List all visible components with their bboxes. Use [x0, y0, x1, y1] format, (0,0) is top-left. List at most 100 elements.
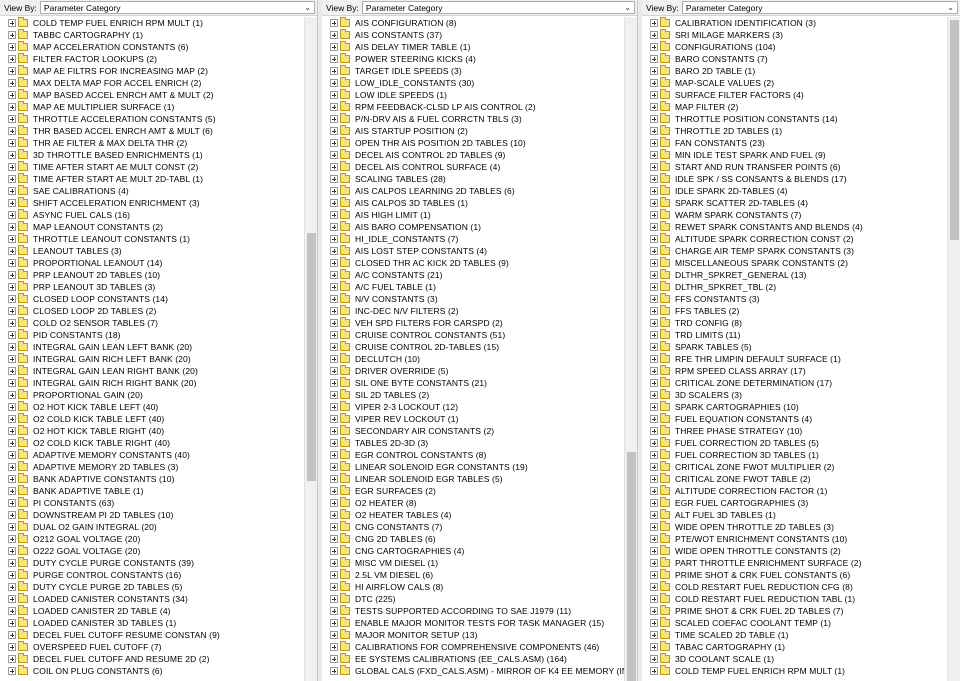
expand-icon[interactable] — [650, 583, 658, 591]
tree-item[interactable]: DECEL AIS CONTROL 2D TABLES (9) — [322, 149, 637, 161]
tree-item[interactable]: RFE THR LIMPIN DEFAULT SURFACE (1) — [642, 353, 863, 365]
expand-icon[interactable] — [650, 547, 658, 555]
expand-icon[interactable] — [650, 175, 658, 183]
tree-item[interactable]: DECEL AIS CONTROL SURFACE (4) — [322, 161, 637, 173]
tree-item[interactable]: SCALED COEFAC COOLANT TEMP (1) — [642, 617, 863, 629]
expand-icon[interactable] — [8, 571, 16, 579]
expand-icon[interactable] — [8, 523, 16, 531]
scrollbar-thumb[interactable] — [950, 20, 959, 240]
expand-icon[interactable] — [330, 307, 338, 315]
expand-icon[interactable] — [330, 415, 338, 423]
expand-icon[interactable] — [330, 619, 338, 627]
tree-item[interactable]: INTEGRAL GAIN LEAN RIGHT BANK (20) — [0, 365, 220, 377]
tree-item[interactable]: TIME AFTER START AE MULT CONST (2) — [0, 161, 220, 173]
tree-item[interactable]: MAX DELTA MAP FOR ACCEL ENRICH (2) — [0, 77, 220, 89]
expand-icon[interactable] — [8, 415, 16, 423]
tree-item[interactable]: O2 HOT KICK TABLE RIGHT (40) — [0, 425, 220, 437]
expand-icon[interactable] — [330, 439, 338, 447]
expand-icon[interactable] — [650, 571, 658, 579]
expand-icon[interactable] — [8, 139, 16, 147]
tree-item[interactable]: DECEL FUEL CUTOFF RESUME CONSTAN (9) — [0, 629, 220, 641]
expand-icon[interactable] — [650, 607, 658, 615]
tree-item[interactable]: OVERSPEED FUEL CUTOFF (7) — [0, 641, 220, 653]
tree-item[interactable]: AIS HIGH LIMIT (1) — [322, 209, 637, 221]
expand-icon[interactable] — [8, 319, 16, 327]
expand-icon[interactable] — [8, 499, 16, 507]
tree-item[interactable]: BANK ADAPTIVE CONSTANTS (10) — [0, 473, 220, 485]
expand-icon[interactable] — [8, 307, 16, 315]
tree-item[interactable]: PURGE CONTROL CONSTANTS (16) — [0, 569, 220, 581]
expand-icon[interactable] — [8, 127, 16, 135]
tree-item[interactable]: PROPORTIONAL LEANOUT (14) — [0, 257, 220, 269]
tree-item[interactable]: ENABLE MAJOR MONITOR TESTS FOR TASK MANA… — [322, 617, 637, 629]
tree-item[interactable]: TARGET IDLE SPEEDS (3) — [322, 65, 637, 77]
expand-icon[interactable] — [650, 103, 658, 111]
tree-item[interactable]: PRP LEANOUT 3D TABLES (3) — [0, 281, 220, 293]
expand-icon[interactable] — [330, 67, 338, 75]
tree-item[interactable]: 3D THROTTLE BASED ENRICHMENTS (1) — [0, 149, 220, 161]
tree-item[interactable]: DECEL FUEL CUTOFF AND RESUME 2D (2) — [0, 653, 220, 665]
tree-item[interactable]: ALTITUDE SPARK CORRECTION CONST (2) — [642, 233, 863, 245]
expand-icon[interactable] — [650, 595, 658, 603]
expand-icon[interactable] — [330, 199, 338, 207]
expand-icon[interactable] — [330, 115, 338, 123]
tree-item[interactable]: CNG CONSTANTS (7) — [322, 521, 637, 533]
tree-item[interactable]: COLD O2 SENSOR TABLES (7) — [0, 317, 220, 329]
expand-icon[interactable] — [8, 487, 16, 495]
tree-item[interactable]: P/N-DRV AIS & FUEL CORRCTN TBLS (3) — [322, 113, 637, 125]
expand-icon[interactable] — [330, 163, 338, 171]
tree-item[interactable]: SECONDARY AIR CONSTANTS (2) — [322, 425, 637, 437]
tree-item[interactable]: COLD TEMP FUEL ENRICH RPM MULT (1) — [0, 17, 220, 29]
tree-item[interactable]: MAJOR MONITOR SETUP (13) — [322, 629, 637, 641]
expand-icon[interactable] — [650, 91, 658, 99]
tree-item[interactable]: THROTTLE ACCELERATION CONSTANTS (5) — [0, 113, 220, 125]
tree-item[interactable]: PTE/WOT ENRICHMENT CONSTANTS (10) — [642, 533, 863, 545]
expand-icon[interactable] — [650, 559, 658, 567]
tree-item[interactable]: MISCELLANEOUS SPARK CONSTANTS (2) — [642, 257, 863, 269]
tree-item[interactable]: IDLE SPK / SS CONSANTS & BLENDS (17) — [642, 173, 863, 185]
vertical-scrollbar[interactable] — [304, 17, 317, 681]
expand-icon[interactable] — [650, 31, 658, 39]
tree-item[interactable]: CLOSED THR AC KICK 2D TABLES (9) — [322, 257, 637, 269]
tree-item[interactable]: TRD CONFIG (8) — [642, 317, 863, 329]
expand-icon[interactable] — [330, 247, 338, 255]
tree-item[interactable]: N/V CONSTANTS (3) — [322, 293, 637, 305]
scrollbar-thumb[interactable] — [307, 233, 316, 481]
expand-icon[interactable] — [330, 391, 338, 399]
tree-item[interactable]: MISC VM DIESEL (1) — [322, 557, 637, 569]
tree-item[interactable]: ASYNC FUEL CALS (16) — [0, 209, 220, 221]
expand-icon[interactable] — [8, 91, 16, 99]
expand-icon[interactable] — [8, 43, 16, 51]
tree-item[interactable]: MAP BASED ACCEL ENRCH AMT & MULT (2) — [0, 89, 220, 101]
expand-icon[interactable] — [650, 127, 658, 135]
expand-icon[interactable] — [330, 475, 338, 483]
tree-item[interactable]: 3D SCALERS (3) — [642, 389, 863, 401]
tree-item[interactable]: THROTTLE LEANOUT CONSTANTS (1) — [0, 233, 220, 245]
tree-item[interactable]: PI CONSTANTS (63) — [0, 497, 220, 509]
expand-icon[interactable] — [650, 67, 658, 75]
expand-icon[interactable] — [330, 211, 338, 219]
tree-item[interactable]: TRD LIMITS (11) — [642, 329, 863, 341]
expand-icon[interactable] — [330, 283, 338, 291]
expand-icon[interactable] — [330, 79, 338, 87]
expand-icon[interactable] — [8, 67, 16, 75]
expand-icon[interactable] — [8, 391, 16, 399]
tree-item[interactable]: EGR FUEL CARTOGRAPHIES (3) — [642, 497, 863, 509]
expand-icon[interactable] — [8, 187, 16, 195]
expand-icon[interactable] — [330, 547, 338, 555]
tree-item[interactable]: O2 HOT KICK TABLE LEFT (40) — [0, 401, 220, 413]
expand-icon[interactable] — [8, 535, 16, 543]
expand-icon[interactable] — [330, 91, 338, 99]
tree-item[interactable]: CLOSED LOOP CONSTANTS (14) — [0, 293, 220, 305]
expand-icon[interactable] — [330, 139, 338, 147]
chevron-down-icon[interactable]: ⌄ — [624, 3, 631, 12]
expand-icon[interactable] — [650, 55, 658, 63]
expand-icon[interactable] — [8, 175, 16, 183]
tree-item[interactable]: THROTTLE POSITION CONSTANTS (14) — [642, 113, 863, 125]
tree-item[interactable]: LOADED CANISTER CONSTANTS (34) — [0, 593, 220, 605]
expand-icon[interactable] — [330, 31, 338, 39]
tree-item[interactable]: SAE CALIBRATIONS (4) — [0, 185, 220, 197]
tree-item[interactable]: DLTHR_SPKRET_GENERAL (13) — [642, 269, 863, 281]
tree-item[interactable]: AIS BARO COMPENSATION (1) — [322, 221, 637, 233]
tree-item[interactable]: FUEL CORRECTION 2D TABLES (5) — [642, 437, 863, 449]
